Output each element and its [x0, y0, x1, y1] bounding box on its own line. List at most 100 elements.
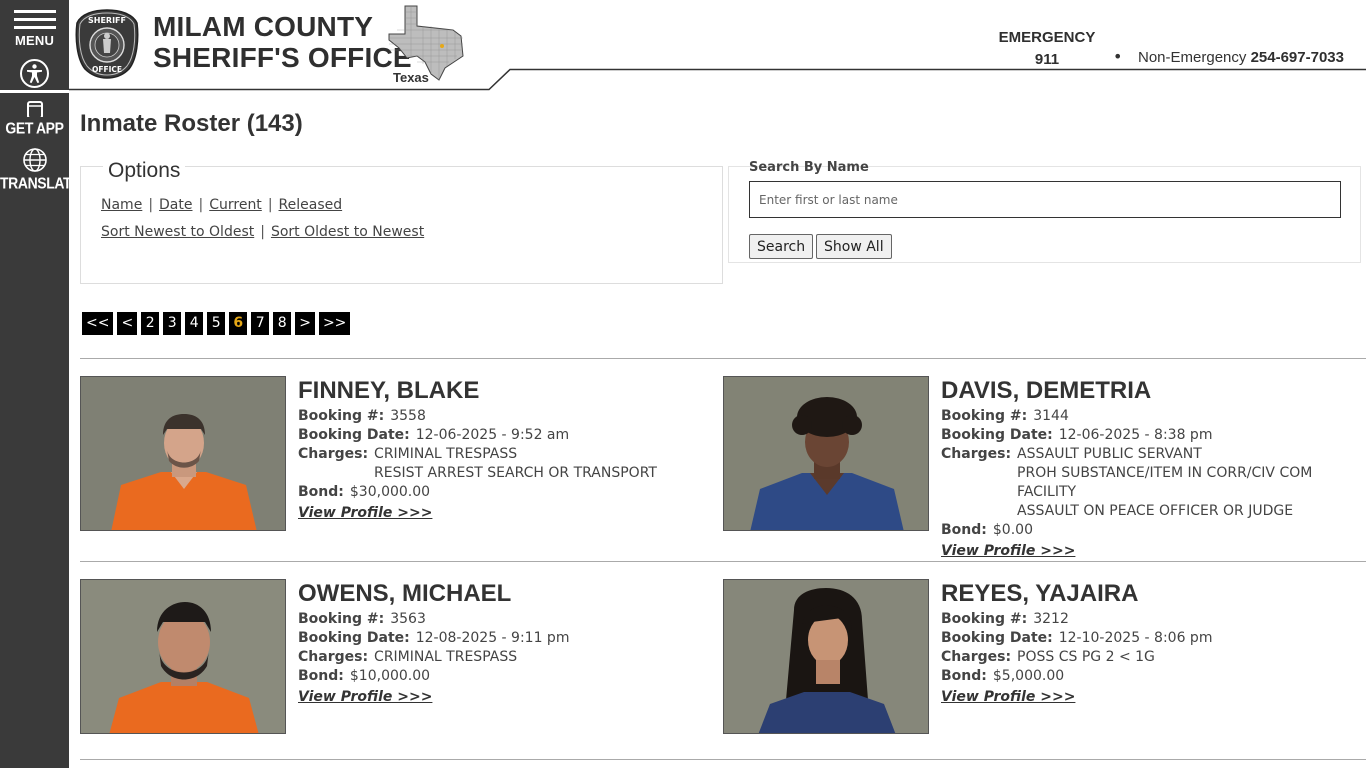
booking-date-label: Booking Date:: [298, 630, 410, 646]
search-button[interactable]: Search: [749, 234, 814, 259]
inmate-name: REYES, YAJAIRA: [941, 580, 1139, 607]
get-app-label: GET APP: [5, 119, 64, 137]
search-label: Search By Name: [749, 160, 869, 175]
inmate-card: DAVIS, DEMETRIA Booking #: 3144 Booking D…: [723, 376, 1363, 559]
site-header: SHERIFF OFFICE MILAM COUNTY SHERIFF'S OF…: [69, 0, 1366, 91]
sort-by-date-link[interactable]: Date: [159, 197, 192, 213]
booking-date-value: 12-06-2025 - 8:38 pm: [1058, 427, 1213, 443]
bond-row: Bond: $10,000.00: [298, 667, 718, 686]
nonemergency-number[interactable]: 254-697-7033: [1251, 49, 1344, 66]
charge-item: ASSAULT PUBLIC SERVANT: [1017, 446, 1202, 462]
search-input[interactable]: [749, 181, 1341, 218]
sort-oldest-link[interactable]: Sort Oldest to Newest: [271, 224, 424, 240]
bond-row: Bond: $30,000.00: [298, 483, 718, 502]
charge-item: RESIST ARREST SEARCH OR TRANSPORT: [374, 465, 657, 481]
booking-number-label: Booking #:: [298, 408, 385, 424]
separator: |: [148, 197, 154, 213]
booking-date-label: Booking Date:: [941, 630, 1053, 646]
site-title[interactable]: MILAM COUNTY SHERIFF'S OFFICE: [153, 11, 412, 73]
bond-value: $5,000.00: [992, 668, 1065, 684]
sort-newest-link[interactable]: Sort Newest to Oldest: [101, 224, 254, 240]
emergency-number[interactable]: 911: [997, 49, 1097, 71]
inmate-info: FINNEY, BLAKE Booking #: 3558 Booking Dat…: [298, 376, 718, 523]
page-first[interactable]: <<: [82, 312, 114, 335]
globe-icon: [22, 148, 47, 172]
svg-text:OFFICE: OFFICE: [92, 65, 122, 74]
bond-label: Bond:: [298, 668, 344, 684]
nonemergency-contact: Non-Emergency 254-697-7033: [1138, 49, 1344, 66]
booking-number-value: 3212: [1033, 611, 1069, 627]
booking-number-value: 3558: [390, 408, 426, 424]
booking-date-row: Booking Date: 12-06-2025 - 9:52 am: [298, 426, 718, 445]
booking-number-value: 3563: [390, 611, 426, 627]
inmate-info: OWENS, MICHAEL Booking #: 3563 Booking Da…: [298, 579, 718, 707]
page-current[interactable]: 6: [229, 312, 248, 335]
booking-date-row: Booking Date: 12-08-2025 - 9:11 pm: [298, 629, 718, 648]
filter-current-link[interactable]: Current: [209, 197, 262, 213]
inmate-info: REYES, YAJAIRA Booking #: 3212 Booking Da…: [941, 579, 1361, 707]
booking-number-row: Booking #: 3563: [298, 610, 718, 629]
bond-value: $30,000.00: [349, 484, 431, 500]
get-app-button[interactable]: GET APP: [0, 101, 69, 137]
charges-list: CRIMINAL TRESPASS: [374, 648, 517, 667]
inmate-info: DAVIS, DEMETRIA Booking #: 3144 Booking D…: [941, 376, 1361, 561]
charges-list: CRIMINAL TRESPASS RESIST ARREST SEARCH O…: [374, 445, 657, 483]
booking-date-row: Booking Date: 12-10-2025 - 8:06 pm: [941, 629, 1361, 648]
translate-button[interactable]: TRANSLATE: [0, 147, 81, 192]
divider: [80, 358, 1366, 359]
view-profile-link[interactable]: View Profile >>>: [298, 689, 432, 705]
page-link[interactable]: 3: [163, 312, 182, 335]
page-link[interactable]: 7: [251, 312, 270, 335]
inmate-name: DAVIS, DEMETRIA: [941, 377, 1152, 404]
pagination: << < 2 3 4 5 6 7 8 > >>: [82, 312, 351, 335]
view-profile-link[interactable]: View Profile >>>: [298, 505, 432, 521]
page-link[interactable]: 4: [185, 312, 204, 335]
mugshot-photo[interactable]: [723, 579, 929, 734]
charges-list: POSS CS PG 2 < 1G: [1017, 648, 1155, 667]
bond-value: $0.00: [992, 522, 1033, 538]
sort-by-name-link[interactable]: Name: [101, 197, 142, 213]
charges-label: Charges:: [298, 649, 369, 665]
charge-item: CRIMINAL TRESPASS: [374, 649, 518, 665]
bond-row: Bond: $5,000.00: [941, 667, 1361, 686]
page-title: Inmate Roster (143): [80, 110, 303, 137]
booking-number-value: 3144: [1033, 408, 1069, 424]
page-last[interactable]: >>: [318, 312, 351, 335]
charges-label: Charges:: [941, 649, 1012, 665]
page-link[interactable]: 5: [207, 312, 226, 335]
view-profile-link[interactable]: View Profile >>>: [941, 543, 1075, 559]
sort-field-links: Name | Date | Current | Released: [101, 197, 342, 213]
separator: |: [260, 224, 265, 240]
options-legend: Options: [103, 159, 186, 183]
mugshot-photo[interactable]: [723, 376, 929, 531]
booking-number-row: Booking #: 3144: [941, 407, 1361, 426]
booking-date-value: 12-08-2025 - 9:11 pm: [415, 630, 570, 646]
separator: |: [267, 197, 273, 213]
side-nav: MENU GET APP TRANSLATE: [0, 0, 81, 768]
view-profile-link[interactable]: View Profile >>>: [941, 689, 1075, 705]
emergency-contact: EMERGENCY 911: [997, 27, 1097, 71]
sheriff-badge-logo[interactable]: SHERIFF OFFICE: [75, 9, 139, 79]
svg-text:SHERIFF: SHERIFF: [88, 16, 126, 25]
booking-number-label: Booking #:: [941, 408, 1028, 424]
page-next[interactable]: >: [295, 312, 315, 335]
charge-item: PROH SUBSTANCE/ITEM IN CORR/CIV COM FACI…: [1017, 465, 1313, 500]
phone-icon: [26, 101, 43, 117]
options-panel: Options Name | Date | Current | Released Sort …: [80, 159, 723, 284]
charges-label: Charges:: [298, 446, 369, 462]
charges-row: Charges: ASSAULT PUBLIC SERVANT PROH SUB…: [941, 445, 1361, 521]
page-link[interactable]: 2: [141, 312, 160, 335]
charge-item: CRIMINAL TRESPASS: [374, 446, 518, 462]
booking-date-label: Booking Date:: [298, 427, 410, 443]
menu-button[interactable]: MENU: [0, 8, 69, 50]
accessibility-button[interactable]: [0, 59, 69, 89]
divider: [80, 561, 1366, 562]
page-prev[interactable]: <: [117, 312, 138, 335]
page-link[interactable]: 8: [273, 312, 292, 335]
booking-date-row: Booking Date: 12-06-2025 - 8:38 pm: [941, 426, 1361, 445]
mugshot-photo[interactable]: [80, 579, 286, 734]
show-all-button[interactable]: Show All: [816, 234, 892, 259]
bond-row: Bond: $0.00: [941, 521, 1361, 540]
filter-released-link[interactable]: Released: [279, 197, 343, 213]
mugshot-photo[interactable]: [80, 376, 286, 531]
